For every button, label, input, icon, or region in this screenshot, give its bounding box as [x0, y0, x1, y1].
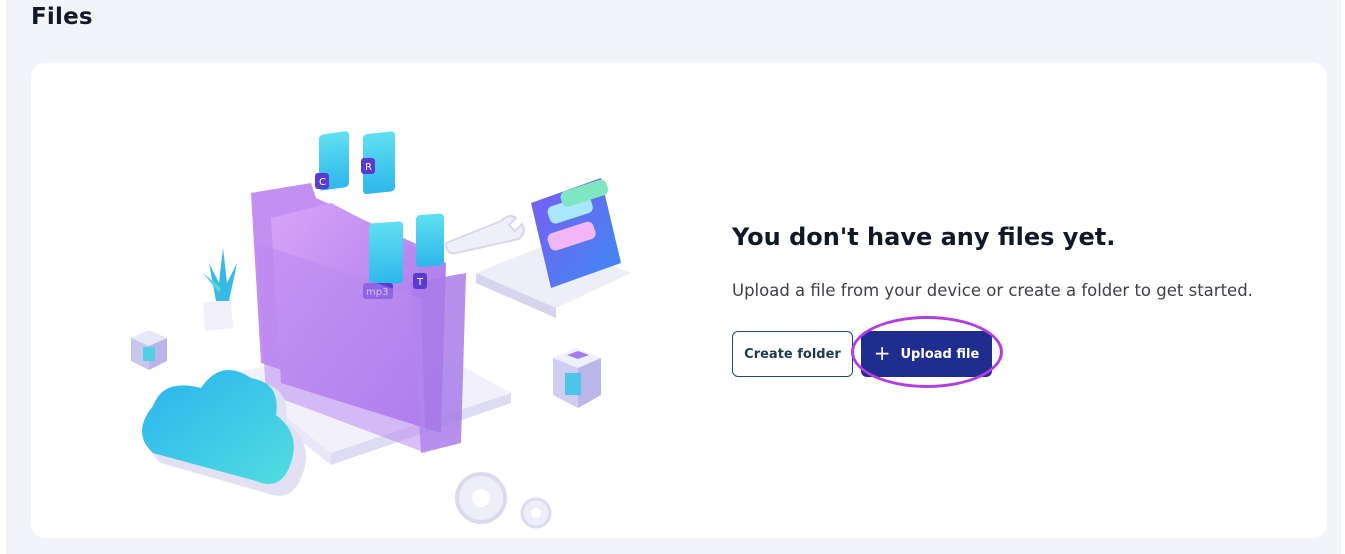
cube-large-icon: [553, 348, 601, 408]
cube-small-icon: [131, 330, 167, 370]
empty-files-illustration: C R mp3 T: [131, 131, 631, 529]
upload-file-button[interactable]: + Upload file: [861, 331, 992, 377]
create-folder-button[interactable]: Create folder: [732, 331, 853, 377]
upload-file-label: Upload file: [900, 346, 980, 362]
file-tag-t: T: [416, 277, 424, 288]
wrench-icon: [444, 215, 525, 255]
create-folder-label: Create folder: [744, 346, 841, 362]
file-tag-c: C: [319, 177, 326, 188]
file-card-c: C: [315, 131, 349, 191]
plant-icon: [203, 248, 237, 331]
file-tag-r: R: [365, 162, 372, 173]
empty-state-card: C R mp3 T: [31, 63, 1327, 538]
plus-icon: +: [873, 341, 891, 365]
gears-icon: [455, 472, 552, 529]
file-card-r: R: [361, 131, 395, 195]
laptop-icon: [476, 178, 631, 318]
empty-state-description: Upload a file from your device or create…: [732, 281, 1253, 300]
empty-state-heading: You don't have any files yet.: [732, 223, 1116, 251]
page-title: Files: [31, 4, 93, 30]
